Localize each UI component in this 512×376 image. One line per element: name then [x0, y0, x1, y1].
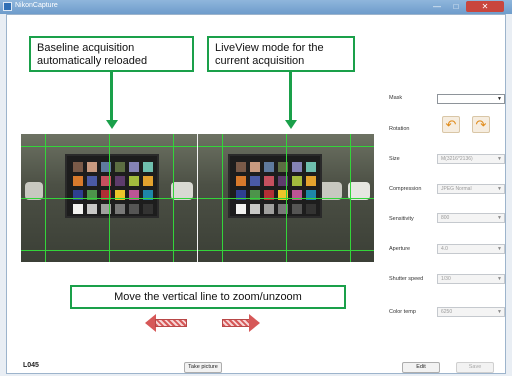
rotate-left-button[interactable]: ↶ [442, 116, 460, 133]
dropdown-arrow-icon: ▼ [497, 156, 502, 162]
rotate-right-button[interactable]: ↷ [472, 116, 490, 133]
grid-line [350, 134, 351, 262]
rotate-right-icon: ↷ [475, 117, 487, 132]
image-comparison-viewer[interactable] [21, 134, 374, 262]
arrow-down-icon [105, 120, 118, 129]
annotation-zoom-hint: Move the vertical line to zoom/unzoom [70, 285, 346, 309]
annotation-arrow-stem [289, 72, 292, 120]
compression-value: JPEG Normal [441, 186, 472, 192]
grid-line [286, 134, 287, 262]
annotation-liveview: LiveView mode for the current acquisitio… [207, 36, 355, 72]
lot-number: L045 [23, 362, 39, 369]
drag-right-arrow-icon [249, 314, 260, 332]
shutter-speed-value: 1/30 [441, 276, 451, 282]
dropdown-arrow-icon: ▼ [497, 246, 502, 252]
shutter-speed-label: Shutter speed [389, 276, 424, 282]
color-temp-value: 6250 [441, 309, 453, 315]
window-title: NikonCapture [15, 2, 58, 9]
color-temp-label: Color temp [389, 309, 416, 315]
grid-line [45, 134, 46, 262]
compression-label: Compression [389, 186, 422, 192]
size-label: Size [389, 156, 400, 162]
mask-select[interactable]: ▼ [437, 94, 505, 104]
dropdown-arrow-icon: ▼ [497, 309, 502, 315]
grid-line [109, 134, 110, 262]
color-checker-chart [65, 154, 159, 218]
size-select[interactable]: M(3216*2136) ▼ [437, 154, 505, 164]
arrow-down-icon [284, 120, 297, 129]
mask-label: Mask [389, 95, 403, 101]
grid-line [222, 134, 223, 262]
liveview-image [198, 134, 374, 262]
compression-select[interactable]: JPEG Normal ▼ [437, 184, 505, 194]
aperture-select[interactable]: 4.0 ▼ [437, 244, 505, 254]
dropdown-arrow-icon: ▼ [497, 215, 502, 221]
color-checker-chart [228, 154, 322, 218]
sensitivity-label: Sensitivity [389, 216, 414, 222]
drag-left-arrow-icon [155, 319, 187, 327]
sensitivity-select[interactable]: 800 ▼ [437, 213, 505, 223]
shutter-speed-select[interactable]: 1/30 ▼ [437, 274, 505, 284]
grid-line [173, 134, 174, 262]
color-temp-select[interactable]: 6250 ▼ [437, 307, 505, 317]
dropdown-arrow-icon: ▼ [497, 276, 502, 282]
comparison-split-handle[interactable] [197, 134, 198, 262]
annotation-arrow-stem [110, 72, 113, 120]
app-icon [3, 2, 12, 11]
baseline-image [21, 134, 197, 262]
annotation-baseline: Baseline acquisition automatically reloa… [29, 36, 194, 72]
save-button[interactable]: Save [456, 362, 494, 373]
maximize-button[interactable]: □ [447, 1, 465, 12]
sensitivity-value: 800 [441, 215, 450, 221]
aperture-value: 4.0 [441, 246, 448, 252]
dropdown-arrow-icon: ▼ [497, 186, 502, 192]
rotation-label: Rotation [389, 126, 410, 132]
close-button[interactable]: ✕ [466, 1, 504, 12]
size-value: M(3216*2136) [441, 156, 473, 162]
edit-button[interactable]: Edit [402, 362, 440, 373]
minimize-button[interactable]: — [428, 1, 446, 12]
dropdown-arrow-icon: ▼ [497, 96, 502, 102]
rotate-left-icon: ↶ [445, 117, 457, 132]
aperture-label: Aperture [389, 246, 411, 252]
take-picture-button[interactable]: Take picture [184, 362, 222, 373]
drag-right-arrow-icon [222, 319, 250, 327]
